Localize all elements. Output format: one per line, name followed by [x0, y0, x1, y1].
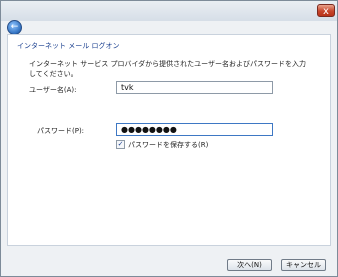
footer-bar: 次へ(N) キャンセル	[1, 247, 337, 276]
dialog-window: x ← インターネット メール ログオン インターネット サービス プロバイダか…	[0, 0, 338, 277]
title-bar: x	[1, 1, 337, 21]
checkmark-icon: ✓	[117, 140, 124, 148]
back-button[interactable]: ←	[7, 20, 22, 35]
next-button[interactable]: 次へ(N)	[227, 259, 272, 271]
password-field[interactable]: ●●●●●●●●	[116, 123, 273, 136]
back-arrow-icon: ←	[10, 22, 19, 32]
close-icon: x	[323, 6, 329, 17]
remember-password-checkbox[interactable]: ✓	[116, 140, 125, 149]
remember-password-label: パスワードを保存する(R)	[128, 141, 209, 149]
close-button[interactable]: x	[317, 4, 335, 17]
username-field[interactable]: tvk	[116, 81, 273, 94]
instructions-text: インターネット サービス プロバイダから提供されたユーザー名およびパスワードを入…	[29, 60, 307, 78]
password-label: パスワード(P):	[37, 127, 85, 135]
username-label: ユーザー名(A):	[29, 86, 77, 94]
page-title: インターネット メール ログオン	[17, 42, 120, 50]
cancel-button[interactable]: キャンセル	[281, 259, 326, 271]
